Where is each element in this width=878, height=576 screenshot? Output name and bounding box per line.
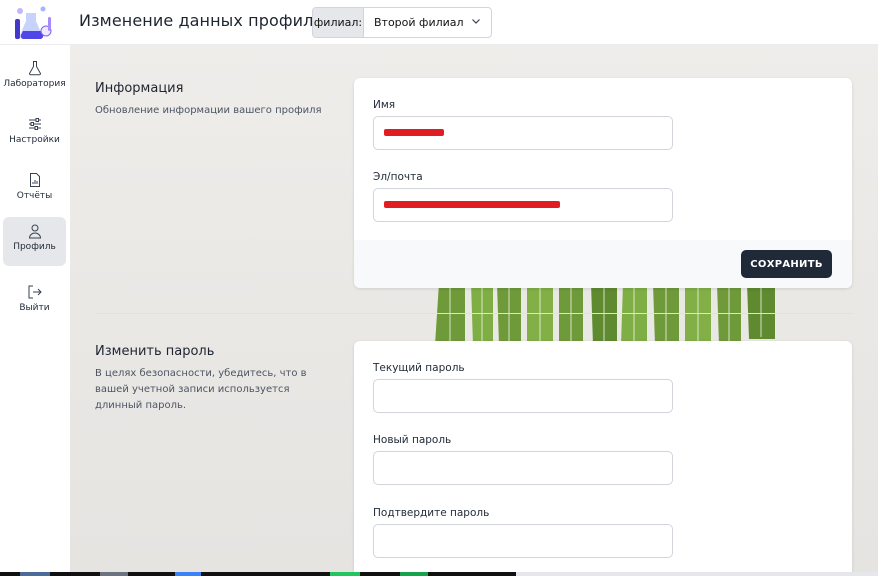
chevron-down-icon bbox=[472, 19, 480, 24]
cactus-background-image bbox=[435, 283, 775, 345]
name-field[interactable] bbox=[373, 116, 673, 150]
password-card: Текущий пароль Новый пароль Подтвердите … bbox=[354, 341, 852, 572]
new-password-label: Новый пароль bbox=[373, 434, 452, 446]
info-section-description: Обновление информации вашего профиля bbox=[95, 105, 322, 116]
taskbar-strip bbox=[0, 572, 878, 576]
branch-selector[interactable]: филиал: Второй филиал bbox=[312, 7, 492, 38]
sidebar-item-logout[interactable]: Выйти bbox=[3, 278, 66, 327]
redaction-mark bbox=[384, 201, 560, 208]
sidebar-item-label: Отчёты bbox=[16, 191, 53, 201]
sidebar: Лаборатория Настройки Отчёты Профиль Вый… bbox=[0, 45, 70, 576]
name-label: Имя bbox=[373, 99, 396, 111]
sidebar-item-reports[interactable]: Отчёты bbox=[3, 166, 66, 215]
info-card: Имя Эл/почта СОХРАНИТЬ bbox=[354, 78, 852, 288]
flask-icon bbox=[28, 61, 41, 76]
sidebar-item-label: Лаборатория bbox=[3, 79, 66, 89]
current-password-label: Текущий пароль bbox=[373, 362, 465, 374]
top-bar: Изменение данных профиля филиал: Второй … bbox=[0, 0, 878, 45]
branch-value: Второй филиал bbox=[374, 16, 464, 29]
branch-select[interactable]: Второй филиал bbox=[364, 8, 491, 37]
email-field[interactable] bbox=[373, 188, 673, 222]
password-section-description: В целях безопасности, убедитесь, что в в… bbox=[95, 368, 307, 411]
redaction-mark bbox=[384, 129, 444, 136]
sidebar-item-label: Профиль bbox=[13, 242, 56, 252]
logout-icon bbox=[28, 285, 42, 299]
page-title: Изменение данных профиля bbox=[79, 11, 324, 30]
current-password-field[interactable] bbox=[373, 379, 673, 413]
info-section-title: Информация bbox=[95, 81, 184, 96]
confirm-password-label: Подтвердите пароль bbox=[373, 507, 490, 519]
branch-label: филиал: bbox=[313, 8, 364, 37]
main-content: Информация Обновление информации вашего … bbox=[70, 45, 878, 572]
sidebar-item-profile[interactable]: Профиль bbox=[3, 217, 66, 266]
sliders-icon bbox=[28, 118, 41, 130]
password-section-title: Изменить пароль bbox=[95, 344, 215, 359]
confirm-password-field[interactable] bbox=[373, 524, 673, 558]
email-label: Эл/почта bbox=[373, 171, 423, 183]
info-card-footer: СОХРАНИТЬ bbox=[354, 240, 852, 288]
sidebar-item-settings[interactable]: Настройки bbox=[3, 110, 66, 159]
new-password-field[interactable] bbox=[373, 451, 673, 485]
section-divider bbox=[95, 313, 853, 314]
app-logo[interactable] bbox=[10, 3, 54, 43]
user-icon bbox=[28, 224, 41, 239]
sidebar-item-label: Выйти bbox=[19, 303, 50, 313]
sidebar-item-laboratory[interactable]: Лаборатория bbox=[3, 54, 66, 103]
sidebar-item-label: Настройки bbox=[9, 135, 60, 145]
save-button[interactable]: СОХРАНИТЬ bbox=[741, 250, 832, 278]
report-icon bbox=[29, 173, 40, 187]
